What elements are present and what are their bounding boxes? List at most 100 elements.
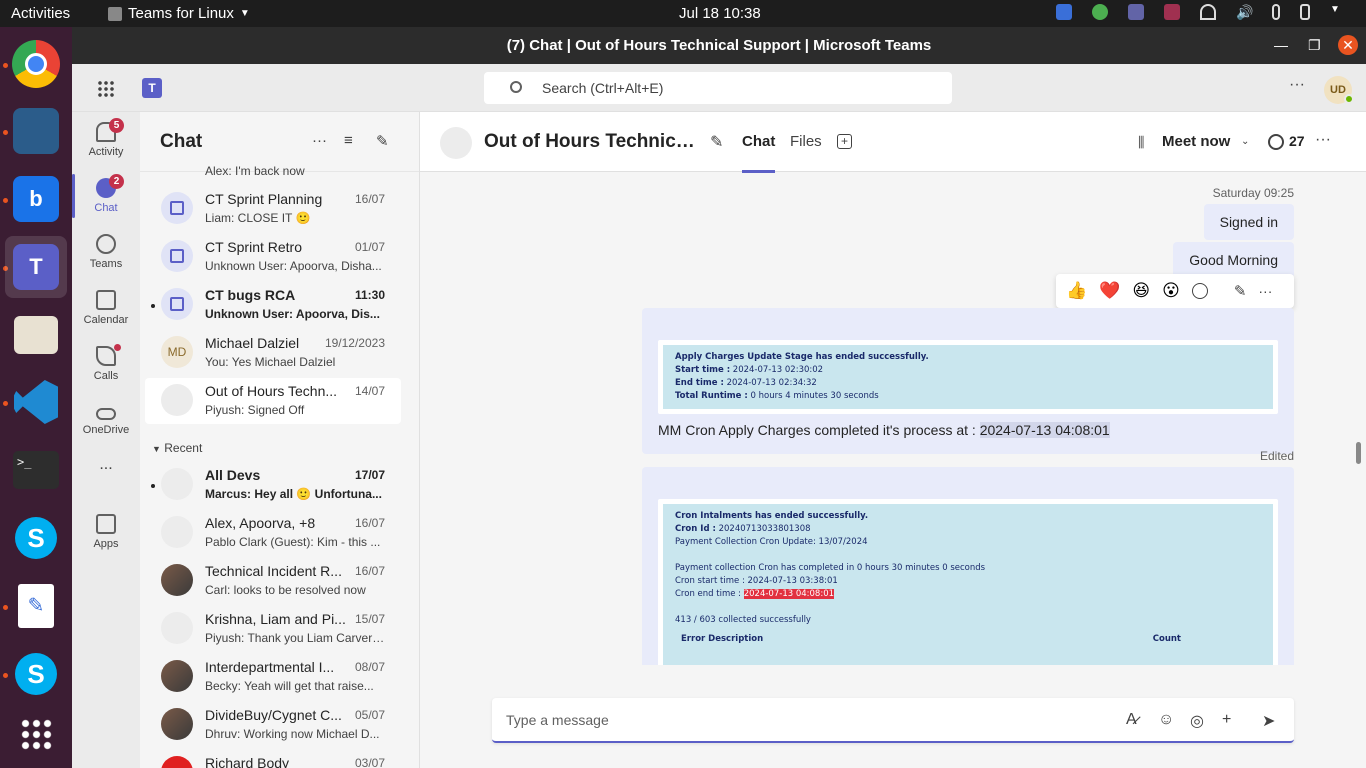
- skype-icon[interactable]: S: [5, 507, 67, 569]
- rail-label: Activity: [88, 146, 124, 158]
- rail-item-onedrive[interactable]: OneDrive: [72, 392, 140, 448]
- more-options-icon[interactable]: ···: [1258, 283, 1272, 299]
- list-item-selected[interactable]: Out of Hours Techn... 14/07 Piyush: Sign…: [145, 378, 401, 424]
- chat-preview: Liam: CLOSE IT 🙂: [205, 211, 311, 225]
- list-item[interactable]: CT bugs RCA 11:30 Unknown User: Apoorva,…: [145, 282, 401, 328]
- chat-time: 17/07: [354, 468, 385, 482]
- list-item[interactable]: MD Michael Dalziel 19/12/2023 You: Yes M…: [145, 330, 401, 376]
- like-reaction[interactable]: 👍: [1066, 281, 1087, 301]
- message-bubble[interactable]: Good Morning: [1173, 242, 1294, 278]
- tray-app-icon[interactable]: [1164, 4, 1180, 20]
- more-options-icon[interactable]: ···: [1315, 131, 1331, 149]
- activities-button[interactable]: Activities: [11, 5, 70, 22]
- list-item[interactable]: Alex: I'm back now: [205, 164, 305, 178]
- card-text: 413 / 603 collected successfully: [675, 615, 811, 625]
- battery-icon[interactable]: [1300, 4, 1310, 20]
- text-editor-icon[interactable]: ✎: [5, 575, 67, 637]
- mysql-workbench-icon[interactable]: [5, 100, 67, 162]
- compose-box[interactable]: Type a message A̷ ☺ ◎ + ➤: [492, 698, 1294, 743]
- microphone-icon[interactable]: [1272, 4, 1280, 20]
- tray-app-icon[interactable]: [1056, 4, 1072, 20]
- teams-dock-icon[interactable]: T: [5, 236, 67, 298]
- list-item[interactable]: Interdepartmental I... 08/07 Becky: Yeah…: [145, 654, 401, 700]
- chrome-icon[interactable]: [5, 33, 67, 95]
- filter-icon[interactable]: ≡: [344, 132, 362, 150]
- message-image[interactable]: Cron Intalments has ended successfully. …: [658, 499, 1278, 665]
- settings-more-icon[interactable]: ···: [1289, 76, 1305, 94]
- rail-item-activity[interactable]: 5 Activity: [72, 112, 140, 168]
- chat-list-header: Chat ··· ≡ ✎: [140, 112, 419, 172]
- add-icon[interactable]: +: [1222, 711, 1231, 729]
- chat-name: All Devs: [205, 467, 261, 483]
- emoji-icon[interactable]: ☺: [1158, 711, 1174, 729]
- edited-label: Edited: [1259, 449, 1294, 463]
- search-input[interactable]: Search (Ctrl+Alt+E): [484, 72, 952, 104]
- heart-reaction[interactable]: ❤️: [1099, 281, 1120, 301]
- message-image[interactable]: Apply Charges Update Stage has ended suc…: [658, 340, 1278, 414]
- rail-item-apps[interactable]: Apps: [72, 504, 140, 560]
- teams-tray-icon[interactable]: [1128, 4, 1144, 20]
- maximize-icon[interactable]: ❐: [1308, 27, 1321, 64]
- network-icon[interactable]: [1200, 4, 1216, 20]
- message-bubble[interactable]: Apply Charges Update Stage has ended suc…: [642, 308, 1294, 454]
- skype-icon[interactable]: S: [5, 643, 67, 705]
- recent-section-toggle[interactable]: ▼ Recent: [152, 441, 202, 455]
- rail-label: Chat: [94, 202, 118, 214]
- list-item[interactable]: All Devs 17/07 Marcus: Hey all 🙂 Unfortu…: [145, 462, 401, 508]
- list-item[interactable]: CT Sprint Retro 01/07 Unknown User: Apoo…: [145, 234, 401, 280]
- edit-message-icon[interactable]: ✎: [1234, 282, 1247, 300]
- more-options-icon[interactable]: ···: [312, 132, 330, 150]
- message-text-prefix: MM Cron Apply Charges completed it's pro…: [658, 422, 980, 438]
- clock[interactable]: Jul 18 10:38: [679, 5, 761, 22]
- list-item[interactable]: Alex, Apoorva, +8 16/07 Pablo Clark (Gue…: [145, 510, 401, 556]
- apps-icon: [96, 514, 116, 534]
- scrollbar-thumb[interactable]: [1356, 442, 1361, 464]
- add-tab-icon[interactable]: +: [837, 134, 852, 149]
- list-item[interactable]: Technical Incident R... 16/07 Carl: look…: [145, 558, 401, 604]
- files-icon[interactable]: [5, 304, 67, 366]
- edit-name-icon[interactable]: ✎: [710, 132, 723, 152]
- terminal-icon[interactable]: >_: [5, 439, 67, 501]
- meet-now-button[interactable]: Meet now: [1162, 133, 1230, 150]
- message-bubble[interactable]: Cron Intalments has ended successfully. …: [642, 467, 1294, 665]
- tab-files[interactable]: Files: [790, 133, 822, 150]
- app-menu[interactable]: Teams for Linux ▼: [108, 5, 250, 22]
- minimize-icon[interactable]: —: [1274, 27, 1288, 64]
- chat-preview: Dhruv: Working now Michael D...: [205, 727, 380, 741]
- card-value: 20240713033801308: [718, 524, 811, 534]
- app-launcher-icon[interactable]: [97, 80, 115, 98]
- table-header: Error Description: [681, 634, 764, 644]
- tray-app-icon[interactable]: [1092, 4, 1108, 20]
- rail-item-chat[interactable]: 2 Chat: [72, 168, 140, 224]
- surprised-reaction[interactable]: 😮: [1162, 281, 1180, 301]
- unread-dot: [151, 304, 155, 308]
- chevron-down-icon[interactable]: ⌄: [1241, 136, 1249, 147]
- calendar-icon: [96, 290, 116, 310]
- rail-item-calls[interactable]: Calls: [72, 336, 140, 392]
- add-reaction-icon[interactable]: [1191, 283, 1208, 299]
- list-item[interactable]: Krishna, Liam and Pi... 15/07 Piyush: Th…: [145, 606, 401, 652]
- new-chat-icon[interactable]: ✎: [376, 132, 394, 150]
- laugh-reaction[interactable]: 😆: [1132, 281, 1150, 301]
- chat-preview: Unknown User: Apoorva, Disha...: [205, 259, 382, 273]
- tab-chat[interactable]: Chat: [742, 133, 776, 173]
- message-bubble[interactable]: Signed in: [1203, 204, 1294, 240]
- teams-top-bar: T Search (Ctrl+Alt+E) ··· UD: [72, 64, 1366, 112]
- list-item[interactable]: CT Sprint Planning 16/07 Liam: CLOSE IT …: [145, 186, 401, 232]
- loop-icon[interactable]: ◎: [1190, 711, 1204, 731]
- send-icon[interactable]: ➤: [1262, 711, 1275, 731]
- list-item[interactable]: DivideBuy/Cygnet C... 05/07 Dhruv: Worki…: [145, 702, 401, 748]
- volume-icon[interactable]: 🔊: [1236, 4, 1253, 20]
- list-item[interactable]: Richard Body 03/07: [145, 750, 401, 768]
- chat-time: 19/12/2023: [324, 336, 385, 350]
- vscode-icon[interactable]: [5, 371, 67, 433]
- rail-item-calendar[interactable]: Calendar: [72, 280, 140, 336]
- show-apps-grid-icon[interactable]: [5, 703, 67, 765]
- power-menu-icon[interactable]: ▼: [1330, 4, 1346, 20]
- participants-count[interactable]: 27: [1289, 133, 1305, 149]
- format-icon[interactable]: A̷: [1126, 711, 1137, 729]
- close-icon[interactable]: ✕: [1338, 35, 1358, 55]
- mail-client-icon[interactable]: b: [5, 168, 67, 230]
- chat-time: 16/07: [354, 192, 385, 206]
- rail-item-teams[interactable]: Teams: [72, 224, 140, 280]
